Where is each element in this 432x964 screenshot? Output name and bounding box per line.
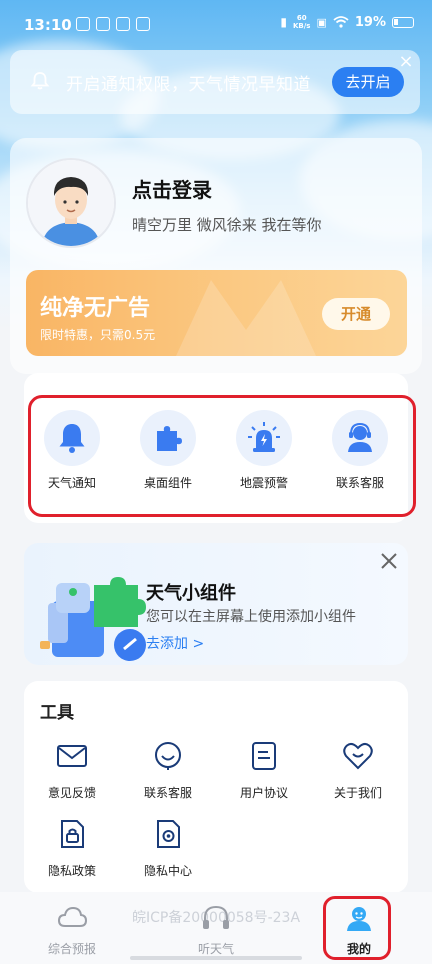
tool-feedback[interactable]: 意见反馈 [32,740,112,801]
app-notification-icon [96,17,110,31]
puzzle-icon [157,426,182,451]
tool-privacy-center[interactable]: 隐私中心 [128,818,208,879]
tool-user-agreement[interactable]: 用户协议 [224,740,304,801]
highlight-box [323,896,391,960]
alarm-icon [248,422,280,452]
tool-label: 关于我们 [333,786,382,800]
bell-outline-icon [30,72,50,90]
activate-vip-button[interactable]: 开通 [322,298,390,330]
gear-doc-icon [157,820,180,848]
quick-action-customer-service[interactable]: 联系客服 [318,410,402,491]
add-widget-link[interactable]: 去添加 > [146,633,204,653]
quick-action-icon-wrap [44,410,100,466]
quick-action-earthquake-alert[interactable]: 地震预警 [222,410,306,491]
nav-tab-forecast[interactable]: 综合预报 [27,904,117,957]
status-time: 13:10 [24,16,72,34]
net-speed: 60 KB/s [293,14,310,30]
cloud-icon [57,906,88,927]
document-icon [252,742,276,770]
app-notification-icon [76,17,90,31]
sim-icon: ▣ [316,15,327,29]
default-avatar-icon [28,160,114,246]
ad-free-banner[interactable]: 纯净无广告 限时特惠，只需0.5元 开通 [26,270,407,356]
customer-service-icon [348,422,372,452]
headset-smile-icon [155,742,181,770]
vip-subtitle: 限时特惠，只需0.5元 [40,328,156,342]
widget-promo-title: 天气小组件 [146,583,236,604]
login-title[interactable]: 点击登录 [132,174,212,203]
quick-action-label: 桌面组件 [143,476,192,490]
avatar[interactable] [26,158,116,248]
mail-icon [57,745,87,767]
net-speed-unit: KB/s [292,22,311,30]
nav-tab-listen[interactable]: 听天气 [171,904,261,957]
status-app-icons [76,17,150,31]
tool-label: 隐私政策 [47,864,96,878]
vibrate-icon: ▮ [280,15,287,29]
tool-customer-service[interactable]: 联系客服 [128,740,208,801]
heart-icon [343,742,373,770]
login-subtitle: 晴空万里 微风徐来 我在等你 [132,216,322,234]
quick-action-icon-wrap [140,410,196,466]
vip-title: 纯净无广告 [40,296,151,321]
widget-promo-description: 您可以在主屏幕上使用添加小组件 [146,609,356,625]
quick-action-label: 联系客服 [335,476,384,490]
bell-icon [59,424,85,453]
status-right: ▮ 60 KB/s ▣ 19% [280,14,414,30]
status-bar: 13:10 ▮ 60 KB/s ▣ 19% [0,0,432,50]
puzzle-illustration-icon [40,577,146,661]
quick-action-label: 天气通知 [47,476,96,490]
battery-icon [392,16,414,28]
battery-percent: 19% [354,14,386,30]
tool-label: 联系客服 [143,786,192,800]
nav-label: 综合预报 [47,942,96,956]
quick-action-weather-notify[interactable]: 天气通知 [30,410,114,491]
quick-action-icon-wrap [236,410,292,466]
close-icon[interactable]: × [396,51,416,72]
net-speed-value: 60 [296,14,307,22]
app-notification-icon [116,17,130,31]
nav-label: 听天气 [197,942,234,956]
home-indicator [130,956,302,960]
quick-action-label: 地震预警 [239,476,288,490]
tool-about-us[interactable]: 关于我们 [318,740,398,801]
headphones-icon [203,905,229,929]
tools-title: 工具 [40,703,74,723]
lock-doc-icon [61,820,84,848]
quick-action-icon-wrap [332,410,388,466]
wifi-icon [333,16,349,28]
tool-label: 意见反馈 [47,786,96,800]
close-icon[interactable] [379,551,399,571]
app-notification-icon [136,17,150,31]
tool-label: 隐私中心 [143,864,192,878]
quick-action-desktop-widget[interactable]: 桌面组件 [126,410,210,491]
notification-banner: 开启通知权限，天气情况早知道 去开启 × [10,50,420,114]
tool-label: 用户协议 [239,786,288,800]
tool-privacy-policy[interactable]: 隐私政策 [32,818,112,879]
enable-notification-button[interactable]: 去开启 [332,67,404,97]
notification-text: 开启通知权限，天气情况早知道 [66,75,311,95]
